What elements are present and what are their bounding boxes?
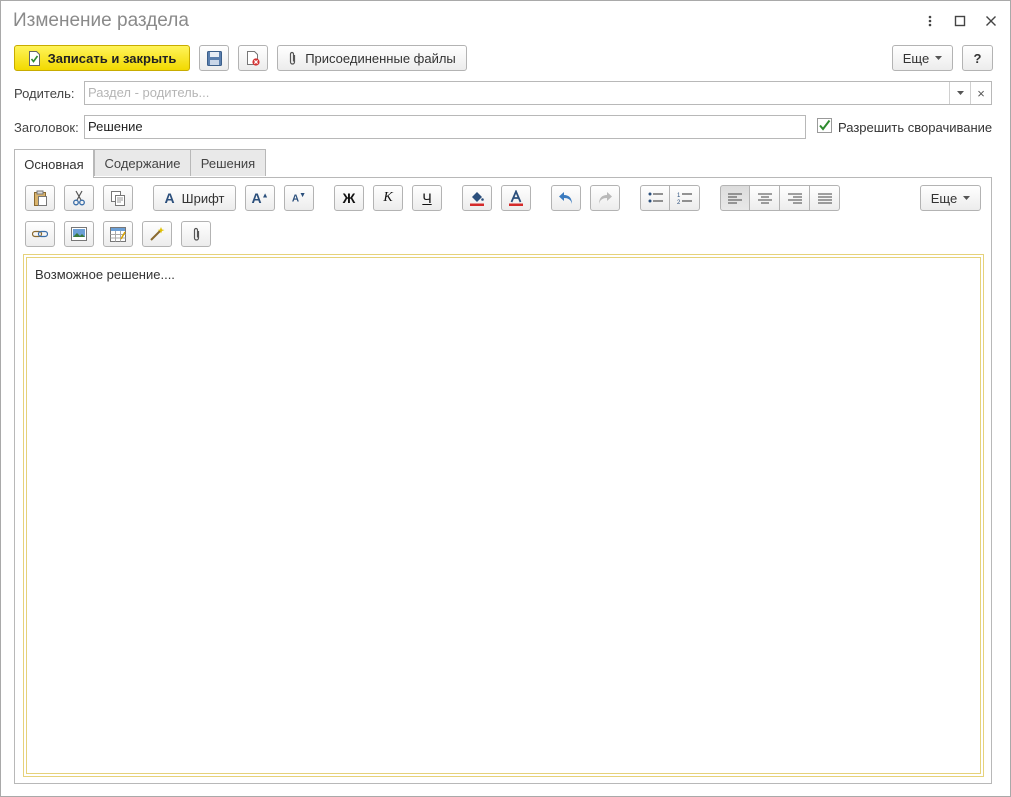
checkmark-icon [819, 119, 831, 131]
numbered-list-button[interactable]: 12 [670, 185, 700, 211]
decrease-font-icon: A▼ [291, 191, 307, 205]
wand-icon [150, 227, 165, 241]
increase-font-icon: A▲ [251, 190, 269, 206]
scissors-icon [73, 190, 85, 206]
edit-attributes-button[interactable] [142, 221, 172, 247]
clipboard-icon [33, 190, 47, 206]
link-icon [32, 230, 48, 238]
redo-button[interactable] [590, 185, 620, 211]
insert-image-button[interactable] [64, 221, 94, 247]
align-justify-icon [817, 193, 832, 203]
increase-font-button[interactable]: A▲ [245, 185, 275, 211]
undo-button[interactable] [551, 185, 581, 211]
list-button-group: 12 [640, 185, 700, 211]
image-icon [71, 227, 87, 241]
align-justify-button[interactable] [810, 185, 840, 211]
cut-button[interactable] [64, 185, 94, 211]
font-button[interactable]: A Шрифт [153, 185, 236, 211]
attached-files-label: Присоединенные файлы [305, 50, 456, 66]
save-and-close-button[interactable]: Записать и закрыть [14, 45, 190, 71]
editor-content: Возможное решение.... [35, 267, 175, 282]
allow-collapse-label: Разрешить сворачивание [838, 120, 993, 135]
header-label: Заголовок: [14, 120, 79, 135]
decrease-font-button[interactable]: A▼ [284, 185, 314, 211]
redo-icon [599, 192, 612, 204]
italic-label: К [383, 190, 393, 205]
text-editor-frame: Возможное решение.... [23, 254, 984, 777]
menu-icon[interactable] [921, 11, 939, 31]
bulleted-list-button[interactable] [640, 185, 670, 211]
parent-field[interactable]: Раздел - родитель... [84, 81, 992, 105]
underline-label: Ч [422, 190, 432, 206]
paperclip-icon [288, 51, 297, 66]
document-delete-icon [246, 50, 261, 66]
help-label: ? [973, 50, 982, 66]
floppy-disk-icon [206, 50, 222, 66]
numbered-list-icon: 12 [677, 193, 692, 205]
parent-clear-button[interactable]: × [970, 82, 991, 104]
font-icon: A [164, 190, 175, 206]
underline-button[interactable]: Ч [412, 185, 442, 211]
align-right-button[interactable] [780, 185, 810, 211]
background-color-button[interactable] [462, 185, 492, 211]
edit-section-window: Изменение раздела Записать и закрыть При… [0, 0, 1011, 797]
svg-text:1: 1 [677, 193, 681, 199]
font-label: Шрифт [181, 190, 225, 206]
svg-text:2: 2 [677, 200, 681, 205]
tab-main[interactable]: Основная [14, 149, 94, 178]
mark-delete-button[interactable] [238, 45, 268, 71]
help-button[interactable]: ? [962, 45, 993, 71]
paperclip-icon [193, 227, 199, 241]
align-right-icon [787, 193, 802, 203]
dropdown-arrow-icon [963, 196, 971, 200]
document-check-icon [28, 50, 41, 66]
bulleted-list-icon [648, 192, 663, 203]
parent-label: Родитель: [14, 86, 75, 101]
italic-button[interactable]: К [373, 185, 403, 211]
parent-dropdown-button[interactable] [949, 82, 970, 104]
attach-file-button[interactable] [181, 221, 211, 247]
save-and-close-label: Записать и закрыть [47, 50, 177, 66]
more-label: Еще [902, 50, 930, 66]
undo-icon [559, 192, 572, 204]
editor-more-label: Еще [930, 190, 958, 206]
align-left-icon [728, 193, 742, 203]
paint-bucket-icon [470, 192, 484, 206]
bold-label: Ж [342, 190, 356, 206]
editor-more-button[interactable]: Еще [920, 185, 981, 211]
attached-files-button[interactable]: Присоединенные файлы [277, 45, 467, 71]
text-color-icon [509, 190, 523, 206]
save-button[interactable] [199, 45, 229, 71]
maximize-icon[interactable] [951, 11, 969, 31]
table-icon [110, 226, 126, 242]
copy-icon [110, 190, 125, 206]
paste-button[interactable] [25, 185, 55, 211]
text-editor[interactable]: Возможное решение.... [26, 257, 981, 774]
parent-placeholder: Раздел - родитель... [88, 85, 210, 100]
close-icon[interactable] [982, 11, 1000, 31]
dropdown-arrow-icon [956, 91, 964, 95]
alignment-button-group [720, 185, 840, 211]
text-color-button[interactable] [501, 185, 531, 211]
header-field[interactable]: Решение [84, 115, 806, 139]
align-left-button[interactable] [720, 185, 750, 211]
clear-icon: × [977, 85, 985, 101]
allow-collapse-checkbox[interactable] [817, 118, 832, 133]
bold-button[interactable]: Ж [334, 185, 364, 211]
window-title: Изменение раздела [13, 10, 189, 31]
dropdown-arrow-icon [935, 56, 943, 60]
tab-content[interactable]: Содержание [94, 149, 191, 176]
insert-table-button[interactable] [103, 221, 133, 247]
insert-link-button[interactable] [25, 221, 55, 247]
tab-solutions[interactable]: Решения [190, 149, 266, 176]
more-menu-button[interactable]: Еще [892, 45, 953, 71]
align-center-icon [757, 193, 772, 203]
align-center-button[interactable] [750, 185, 780, 211]
copy-button[interactable] [103, 185, 133, 211]
